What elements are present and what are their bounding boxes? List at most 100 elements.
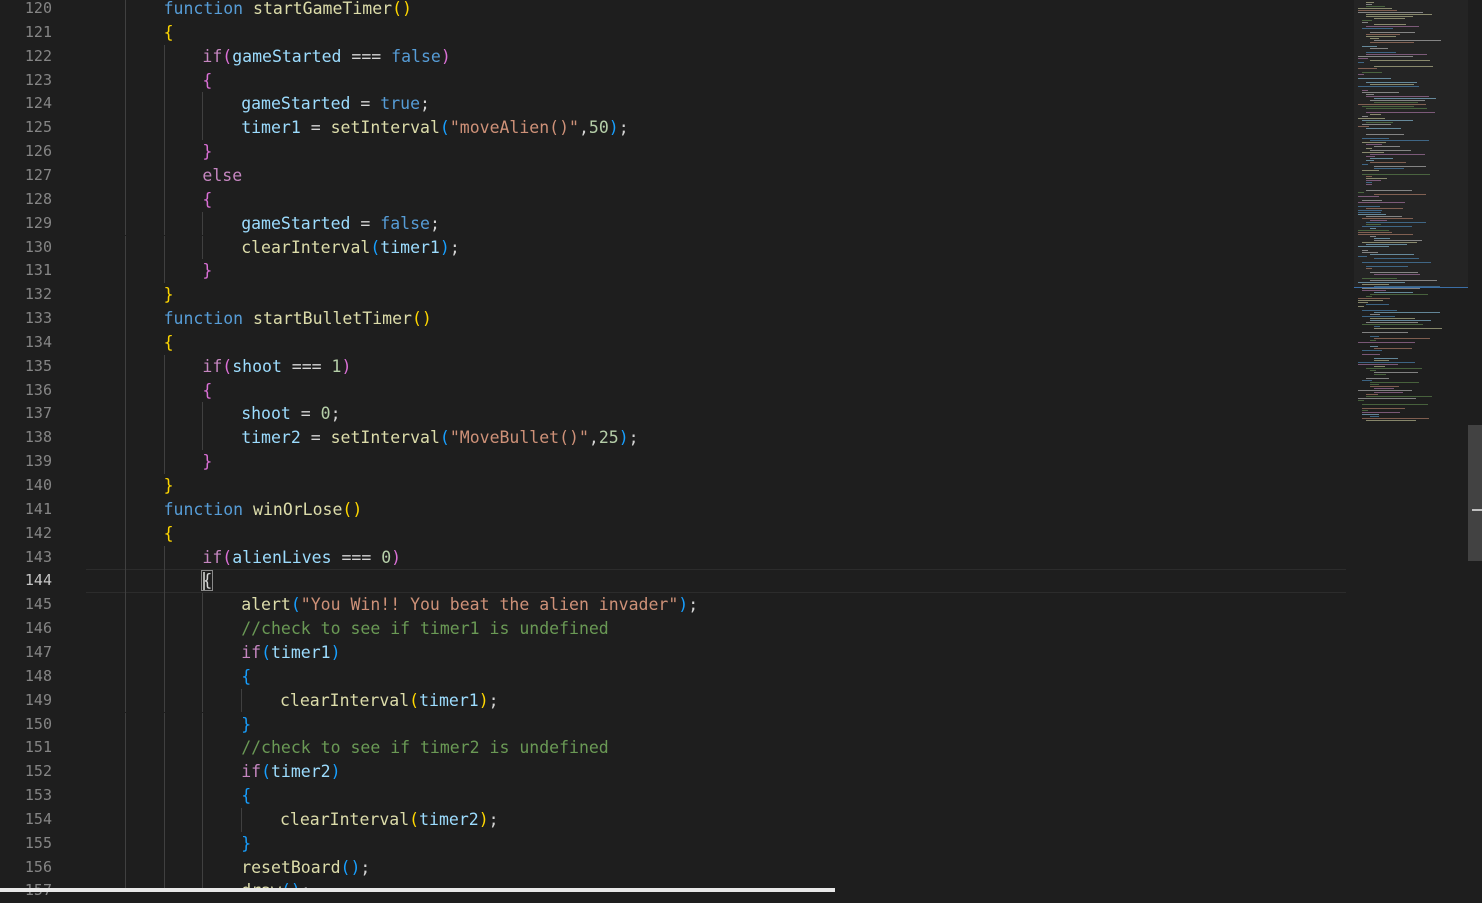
token: if — [202, 547, 223, 567]
minimap-line — [1374, 24, 1406, 25]
code-line[interactable]: clearInterval(timer1); — [86, 688, 1346, 713]
minimap-line — [1362, 124, 1391, 125]
token: ; — [360, 857, 371, 877]
minimap-line — [1358, 362, 1415, 363]
code-text: { — [202, 379, 212, 403]
minimap-line — [1362, 404, 1428, 405]
code-line[interactable]: timer1 = setInterval("moveAlien()",50); — [86, 116, 1346, 141]
minimap-line — [1366, 244, 1407, 245]
code-line[interactable]: { — [86, 187, 1346, 212]
code-text: { — [164, 21, 174, 45]
vertical-scrollbar[interactable] — [1468, 0, 1482, 892]
token: } — [241, 833, 252, 853]
token: alert — [241, 595, 291, 615]
line-number: 149 — [24, 690, 52, 709]
code-line[interactable]: clearInterval(timer1); — [86, 235, 1346, 260]
line-number: 136 — [24, 380, 52, 399]
indent-guide — [163, 593, 165, 618]
minimap-line — [1370, 60, 1430, 61]
code-line[interactable]: function startGameTimer() — [86, 0, 1346, 21]
minimap-line — [1366, 54, 1427, 55]
minimap-line — [1374, 258, 1419, 259]
code-line[interactable]: } — [86, 450, 1346, 474]
code-line[interactable]: else — [86, 163, 1346, 188]
line-number: 152 — [24, 762, 52, 781]
indent-guide — [202, 116, 204, 141]
code-line[interactable]: alert("You Win!! You beat the alien inva… — [86, 593, 1346, 618]
code-line[interactable]: function winOrLose() — [86, 497, 1346, 522]
line-number: 151 — [24, 738, 52, 757]
code-line[interactable]: if(alienLives === 0) — [86, 545, 1346, 570]
code-line[interactable]: if(timer1) — [86, 640, 1346, 665]
minimap-line — [1358, 256, 1367, 257]
indent-guide — [124, 378, 126, 403]
minimap-line — [1362, 106, 1414, 107]
token: } — [241, 714, 252, 734]
token: gameStarted — [241, 213, 351, 233]
minimap-line — [1366, 82, 1417, 83]
code-line[interactable]: gameStarted = true; — [86, 92, 1346, 117]
minimap-line — [1374, 312, 1440, 313]
code-text: } — [164, 283, 174, 307]
indent-guide — [124, 259, 126, 284]
code-line[interactable]: } — [86, 283, 1346, 308]
minimap-line — [1370, 272, 1418, 273]
code-line[interactable]: } — [86, 259, 1346, 284]
code-line[interactable]: } — [86, 712, 1346, 737]
token: if — [241, 642, 262, 662]
token: () — [342, 499, 363, 519]
code-line[interactable]: if(shoot === 1) — [86, 354, 1346, 379]
token: gameStarted — [232, 46, 342, 66]
scrollbar-thumb[interactable] — [1468, 425, 1482, 561]
code-line[interactable]: } — [86, 140, 1346, 164]
line-number: 146 — [24, 619, 52, 638]
indent-guide — [202, 712, 204, 737]
code-line[interactable]: { — [86, 20, 1346, 45]
code-line[interactable]: } — [86, 474, 1346, 498]
minimap[interactable] — [1346, 0, 1468, 892]
code-line[interactable]: { — [86, 330, 1346, 355]
token: ( — [439, 428, 450, 448]
code-line[interactable]: function startBulletTimer() — [86, 307, 1346, 331]
minimap-line — [1362, 262, 1431, 263]
code-line[interactable]: { — [86, 68, 1346, 93]
minimap-line — [1362, 174, 1430, 175]
code-line[interactable]: } — [86, 831, 1346, 856]
indent-guide — [124, 521, 126, 546]
code-editor[interactable]: function startGameTimer(){if(gameStarted… — [86, 0, 1346, 892]
code-line[interactable]: timer2 = setInterval("MoveBullet()",25); — [86, 426, 1346, 451]
token: () — [411, 309, 432, 329]
code-line-current[interactable]: { — [86, 569, 1346, 594]
indent-guide — [163, 736, 165, 761]
indent-guide — [124, 545, 126, 570]
minimap-line — [1366, 112, 1435, 113]
token: ) — [618, 428, 629, 448]
indent-guide — [202, 736, 204, 761]
minimap-line — [1362, 142, 1386, 143]
minimap-line — [1366, 178, 1387, 179]
minimap-line — [1358, 74, 1364, 75]
code-line[interactable]: if(gameStarted === false) — [86, 44, 1346, 69]
code-line[interactable]: resetBoard(); — [86, 855, 1346, 880]
code-line[interactable]: { — [86, 664, 1346, 689]
code-text: } — [241, 832, 251, 856]
code-line[interactable]: { — [86, 521, 1346, 546]
code-line[interactable]: //check to see if timer1 is undefined — [86, 617, 1346, 641]
indent-guide — [124, 474, 126, 498]
code-line[interactable]: clearInterval(timer2); — [86, 807, 1346, 832]
minimap-line — [1370, 370, 1376, 371]
minimap-line — [1374, 240, 1422, 241]
code-line[interactable]: gameStarted = false; — [86, 211, 1346, 236]
indent-guide — [124, 211, 126, 236]
code-line[interactable]: if(timer2) — [86, 760, 1346, 785]
minimap-line — [1366, 128, 1401, 129]
code-line[interactable]: shoot = 0; — [86, 402, 1346, 427]
minimap-line — [1358, 8, 1392, 9]
code-line[interactable]: //check to see if timer2 is undefined — [86, 736, 1346, 761]
minimap-line — [1370, 294, 1428, 295]
horizontal-scrollbar[interactable] — [0, 888, 835, 892]
code-line[interactable]: { — [86, 378, 1346, 403]
minimap-line — [1358, 230, 1389, 231]
code-line[interactable]: { — [86, 784, 1346, 808]
